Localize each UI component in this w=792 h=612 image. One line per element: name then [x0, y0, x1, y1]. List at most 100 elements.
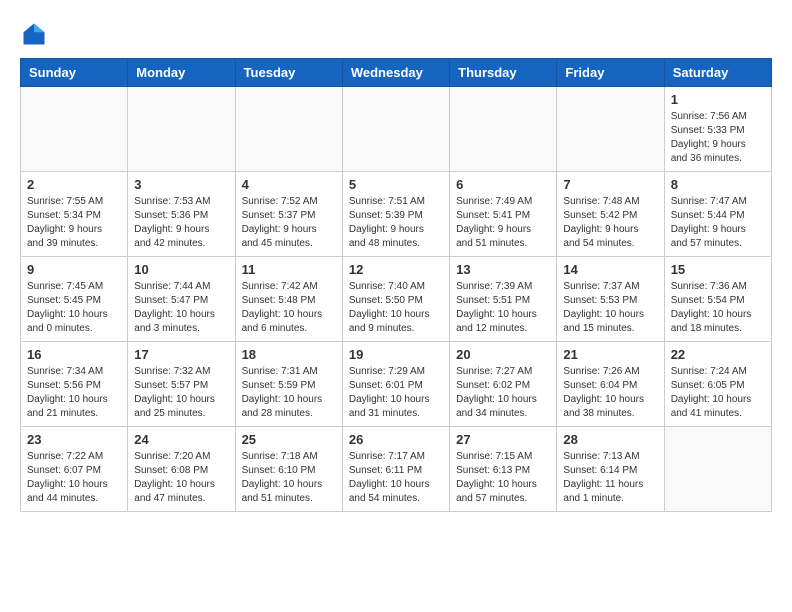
calendar-cell: 18 Sunrise: 7:31 AM Sunset: 5:59 PM Dayli… [235, 342, 342, 427]
calendar-cell: 25 Sunrise: 7:18 AM Sunset: 6:10 PM Dayli… [235, 427, 342, 512]
calendar-cell: 8 Sunrise: 7:47 AM Sunset: 5:44 PM Daylig… [664, 172, 771, 257]
day-number: 15 [671, 262, 765, 277]
calendar-week-2: 2 Sunrise: 7:55 AM Sunset: 5:34 PM Daylig… [21, 172, 772, 257]
day-number: 17 [134, 347, 228, 362]
calendar-cell: 23 Sunrise: 7:22 AM Sunset: 6:07 PM Dayli… [21, 427, 128, 512]
day-number: 20 [456, 347, 550, 362]
day-info: Sunrise: 7:26 AM Sunset: 6:04 PM Dayligh… [563, 365, 657, 421]
calendar-cell: 22 Sunrise: 7:24 AM Sunset: 6:05 PM Dayli… [664, 342, 771, 427]
calendar-week-1: 1 Sunrise: 7:56 AM Sunset: 5:33 PM Daylig… [21, 87, 772, 172]
day-number: 22 [671, 347, 765, 362]
day-number: 11 [242, 262, 336, 277]
day-number: 10 [134, 262, 228, 277]
day-number: 18 [242, 347, 336, 362]
calendar-cell: 2 Sunrise: 7:55 AM Sunset: 5:34 PM Daylig… [21, 172, 128, 257]
weekday-header-thursday: Thursday [450, 59, 557, 87]
weekday-header-friday: Friday [557, 59, 664, 87]
calendar-cell: 6 Sunrise: 7:49 AM Sunset: 5:41 PM Daylig… [450, 172, 557, 257]
day-info: Sunrise: 7:22 AM Sunset: 6:07 PM Dayligh… [27, 450, 121, 506]
day-number: 1 [671, 92, 765, 107]
day-info: Sunrise: 7:37 AM Sunset: 5:53 PM Dayligh… [563, 280, 657, 336]
day-info: Sunrise: 7:51 AM Sunset: 5:39 PM Dayligh… [349, 195, 443, 251]
calendar-cell: 12 Sunrise: 7:40 AM Sunset: 5:50 PM Dayli… [342, 257, 449, 342]
calendar-cell: 7Sunrise: 7:48 AM Sunset: 5:42 PM Daylig… [557, 172, 664, 257]
calendar-cell [450, 87, 557, 172]
logo-icon [20, 20, 48, 48]
day-info: Sunrise: 7:34 AM Sunset: 5:56 PM Dayligh… [27, 365, 121, 421]
calendar-cell [21, 87, 128, 172]
day-number: 14 [563, 262, 657, 277]
day-info: Sunrise: 7:52 AM Sunset: 5:37 PM Dayligh… [242, 195, 336, 251]
day-info: Sunrise: 7:48 AM Sunset: 5:42 PM Dayligh… [563, 195, 657, 251]
calendar-cell: 24 Sunrise: 7:20 AM Sunset: 6:08 PM Dayli… [128, 427, 235, 512]
day-info: Sunrise: 7:56 AM Sunset: 5:33 PM Dayligh… [671, 110, 765, 166]
calendar-cell: 13Sunrise: 7:39 AM Sunset: 5:51 PM Dayli… [450, 257, 557, 342]
page-header [20, 20, 772, 48]
calendar-cell: 14 Sunrise: 7:37 AM Sunset: 5:53 PM Dayli… [557, 257, 664, 342]
day-number: 28 [563, 432, 657, 447]
calendar-cell: 4 Sunrise: 7:52 AM Sunset: 5:37 PM Daylig… [235, 172, 342, 257]
day-number: 19 [349, 347, 443, 362]
calendar-cell: 21 Sunrise: 7:26 AM Sunset: 6:04 PM Dayli… [557, 342, 664, 427]
calendar-cell [342, 87, 449, 172]
day-info: Sunrise: 7:47 AM Sunset: 5:44 PM Dayligh… [671, 195, 765, 251]
calendar-week-5: 23 Sunrise: 7:22 AM Sunset: 6:07 PM Dayli… [21, 427, 772, 512]
day-info: Sunrise: 7:20 AM Sunset: 6:08 PM Dayligh… [134, 450, 228, 506]
calendar-cell: 10Sunrise: 7:44 AM Sunset: 5:47 PM Dayli… [128, 257, 235, 342]
day-number: 27 [456, 432, 550, 447]
weekday-header-wednesday: Wednesday [342, 59, 449, 87]
calendar-table: SundayMondayTuesdayWednesdayThursdayFrid… [20, 58, 772, 512]
calendar-cell: 17Sunrise: 7:32 AM Sunset: 5:57 PM Dayli… [128, 342, 235, 427]
calendar-cell: 16 Sunrise: 7:34 AM Sunset: 5:56 PM Dayli… [21, 342, 128, 427]
calendar-cell: 26 Sunrise: 7:17 AM Sunset: 6:11 PM Dayli… [342, 427, 449, 512]
day-number: 23 [27, 432, 121, 447]
day-number: 8 [671, 177, 765, 192]
calendar-cell: 27 Sunrise: 7:15 AM Sunset: 6:13 PM Dayli… [450, 427, 557, 512]
calendar-cell: 11 Sunrise: 7:42 AM Sunset: 5:48 PM Dayli… [235, 257, 342, 342]
weekday-header-sunday: Sunday [21, 59, 128, 87]
calendar-week-4: 16 Sunrise: 7:34 AM Sunset: 5:56 PM Dayli… [21, 342, 772, 427]
day-info: Sunrise: 7:42 AM Sunset: 5:48 PM Dayligh… [242, 280, 336, 336]
day-number: 12 [349, 262, 443, 277]
day-info: Sunrise: 7:53 AM Sunset: 5:36 PM Dayligh… [134, 195, 228, 251]
weekday-header-tuesday: Tuesday [235, 59, 342, 87]
weekday-header-monday: Monday [128, 59, 235, 87]
calendar-cell [557, 87, 664, 172]
day-number: 2 [27, 177, 121, 192]
day-number: 5 [349, 177, 443, 192]
day-info: Sunrise: 7:15 AM Sunset: 6:13 PM Dayligh… [456, 450, 550, 506]
day-info: Sunrise: 7:27 AM Sunset: 6:02 PM Dayligh… [456, 365, 550, 421]
day-info: Sunrise: 7:49 AM Sunset: 5:41 PM Dayligh… [456, 195, 550, 251]
day-number: 26 [349, 432, 443, 447]
calendar-cell: 1 Sunrise: 7:56 AM Sunset: 5:33 PM Daylig… [664, 87, 771, 172]
day-number: 21 [563, 347, 657, 362]
day-info: Sunrise: 7:29 AM Sunset: 6:01 PM Dayligh… [349, 365, 443, 421]
day-info: Sunrise: 7:45 AM Sunset: 5:45 PM Dayligh… [27, 280, 121, 336]
day-info: Sunrise: 7:36 AM Sunset: 5:54 PM Dayligh… [671, 280, 765, 336]
calendar-cell: 9 Sunrise: 7:45 AM Sunset: 5:45 PM Daylig… [21, 257, 128, 342]
day-number: 24 [134, 432, 228, 447]
day-info: Sunrise: 7:24 AM Sunset: 6:05 PM Dayligh… [671, 365, 765, 421]
weekday-header-saturday: Saturday [664, 59, 771, 87]
day-number: 16 [27, 347, 121, 362]
calendar-week-3: 9 Sunrise: 7:45 AM Sunset: 5:45 PM Daylig… [21, 257, 772, 342]
day-info: Sunrise: 7:55 AM Sunset: 5:34 PM Dayligh… [27, 195, 121, 251]
day-info: Sunrise: 7:18 AM Sunset: 6:10 PM Dayligh… [242, 450, 336, 506]
logo [20, 20, 52, 48]
day-number: 25 [242, 432, 336, 447]
day-info: Sunrise: 7:39 AM Sunset: 5:51 PM Dayligh… [456, 280, 550, 336]
calendar-cell: 20 Sunrise: 7:27 AM Sunset: 6:02 PM Dayli… [450, 342, 557, 427]
day-number: 4 [242, 177, 336, 192]
day-info: Sunrise: 7:31 AM Sunset: 5:59 PM Dayligh… [242, 365, 336, 421]
day-info: Sunrise: 7:17 AM Sunset: 6:11 PM Dayligh… [349, 450, 443, 506]
day-number: 9 [27, 262, 121, 277]
calendar-cell [664, 427, 771, 512]
day-number: 6 [456, 177, 550, 192]
day-number: 3 [134, 177, 228, 192]
calendar-cell [128, 87, 235, 172]
calendar-header-row: SundayMondayTuesdayWednesdayThursdayFrid… [21, 59, 772, 87]
calendar-cell: 3 Sunrise: 7:53 AM Sunset: 5:36 PM Daylig… [128, 172, 235, 257]
day-info: Sunrise: 7:40 AM Sunset: 5:50 PM Dayligh… [349, 280, 443, 336]
day-info: Sunrise: 7:13 AM Sunset: 6:14 PM Dayligh… [563, 450, 657, 506]
calendar-cell: 15 Sunrise: 7:36 AM Sunset: 5:54 PM Dayli… [664, 257, 771, 342]
